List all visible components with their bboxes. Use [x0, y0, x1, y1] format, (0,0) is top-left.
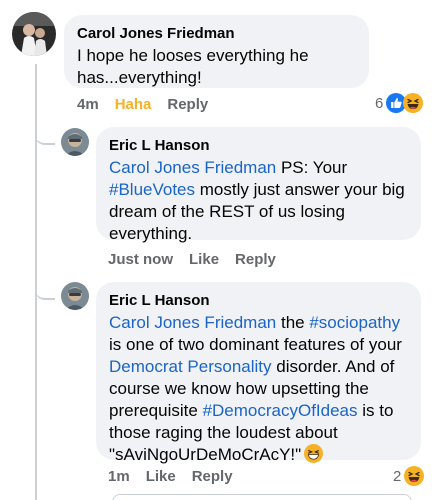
- thread-elbow: [35, 115, 55, 145]
- comment-time[interactable]: Just now: [108, 251, 173, 268]
- reaction-count: 2: [393, 467, 402, 485]
- avatar[interactable]: [12, 12, 56, 56]
- haha-icon: [404, 466, 425, 486]
- avatar[interactable]: [61, 128, 89, 156]
- comment-time[interactable]: 1m: [108, 468, 130, 485]
- mention-link[interactable]: Carol Jones Friedman: [109, 158, 276, 177]
- comment-bubble: Eric L Hanson Carol Jones Friedman PS: Y…: [96, 127, 421, 243]
- comment-text: I hope he looses everything he has...eve…: [77, 46, 309, 87]
- like-button[interactable]: Like: [146, 468, 176, 485]
- comment-bubble: Carol Jones Friedman I hope he looses ev…: [64, 15, 369, 88]
- text-segment: the: [276, 313, 310, 332]
- reply-composer-edge[interactable]: [112, 494, 412, 500]
- grinning-squint-icon: [304, 444, 324, 463]
- thread-elbow: [35, 270, 55, 300]
- reply-button[interactable]: Reply: [235, 251, 276, 268]
- like-button[interactable]: Like: [189, 251, 219, 268]
- text-segment: PS: Your: [276, 158, 348, 177]
- hashtag-link[interactable]: #sociopathy: [309, 313, 400, 332]
- hashtag-link[interactable]: #DemocracyOfIdeas: [203, 401, 358, 420]
- mention-link[interactable]: Carol Jones Friedman: [109, 313, 276, 332]
- comment-author[interactable]: Eric L Hanson: [109, 291, 408, 311]
- reaction-summary[interactable]: 6: [375, 93, 424, 113]
- hashtag-link[interactable]: #BlueVotes: [109, 180, 195, 199]
- text-segment: is one of two dominant features of your: [109, 335, 402, 354]
- reply-button[interactable]: Reply: [192, 468, 233, 485]
- comment-actions: Just now Like Reply: [108, 251, 292, 268]
- comment-text: Carol Jones Friedman PS: Your #BlueVotes…: [109, 157, 408, 245]
- avatar[interactable]: [61, 282, 89, 310]
- reply-button[interactable]: Reply: [167, 96, 208, 113]
- comment-text: Carol Jones Friedman the #sociopathy is …: [109, 312, 408, 466]
- comment-actions: 1m Like Reply: [108, 468, 249, 485]
- reaction-summary[interactable]: 2: [393, 466, 425, 486]
- comment-author[interactable]: Carol Jones Friedman: [77, 24, 356, 44]
- haha-icon: [403, 93, 424, 113]
- comment-bubble: Eric L Hanson Carol Jones Friedman the #…: [96, 282, 421, 464]
- haha-reaction-button[interactable]: Haha: [115, 96, 152, 113]
- reaction-count: 6: [375, 94, 384, 112]
- comment-author[interactable]: Eric L Hanson: [109, 136, 408, 156]
- page-link[interactable]: Democrat Personality: [109, 357, 272, 376]
- comment-actions: 4m Haha Reply: [77, 96, 224, 113]
- comment-time[interactable]: 4m: [77, 96, 99, 113]
